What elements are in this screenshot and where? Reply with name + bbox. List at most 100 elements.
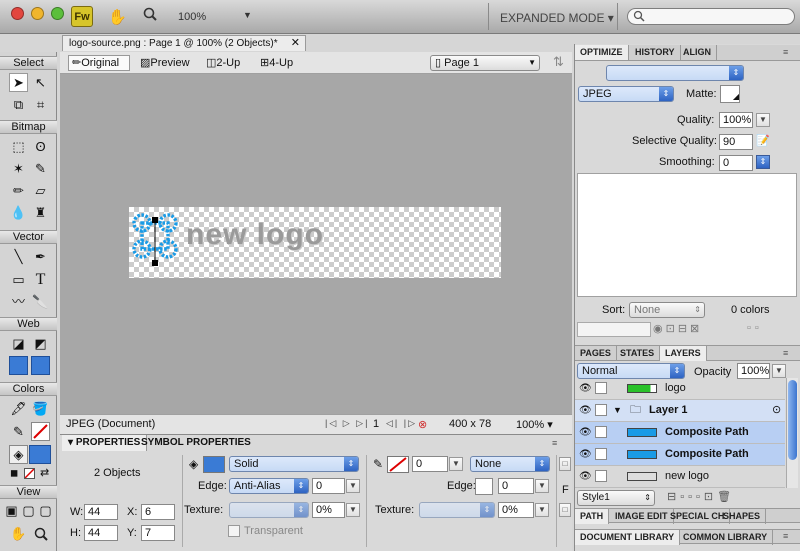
tab-align[interactable]: ALIGN [678,45,717,60]
stroke-size-stepper[interactable]: ▼ [449,457,463,471]
quality-stepper[interactable]: ▼ [756,113,770,127]
texture-dropdown[interactable]: ⇕ [229,502,309,518]
standard-screen-icon[interactable]: ▣ [4,501,19,520]
eye-icon[interactable]: 👁 [579,383,592,395]
eye-icon[interactable]: 👁 [579,471,592,483]
expand-triangle-icon[interactable]: ▼ [613,400,622,421]
layer-row-composite-path-1[interactable]: 👁 Composite Path [575,422,785,444]
default-colors-icon[interactable]: ◼ [10,468,18,479]
swap-colors-icon[interactable]: ⇄ [40,466,49,479]
tab-image-edit[interactable]: IMAGE EDIT [610,509,674,524]
tab-document-library[interactable]: DOCUMENT LIBRARY [575,530,681,545]
stroke-texture-dropdown[interactable]: ⇕ [419,502,495,518]
fill-color-swatch[interactable] [29,445,51,464]
slice-tool-icon[interactable]: ◩ [31,334,50,353]
style-dropdown[interactable]: Style1 ⇕ [577,490,655,506]
tab-states[interactable]: STATES [615,346,661,361]
lock-toggle[interactable] [595,382,607,394]
lock-toggle[interactable] [595,470,607,482]
pen-tool-icon[interactable]: ✒ [31,247,50,266]
hide-slices-icon[interactable] [9,356,28,375]
tab-shapes[interactable]: SHAPES [718,509,767,524]
playback-controls[interactable]: |◁ ▷ ▷| [325,418,369,429]
show-slices-icon[interactable] [31,356,50,375]
layer-actions[interactable]: ⊟▫▫▫⊡🗑 [667,490,735,503]
stop-icon[interactable]: ⊗ [418,418,427,431]
zoom-icon[interactable] [143,7,157,21]
full-screen-menu-icon[interactable]: ▢ [21,501,36,520]
panel-menu-icon[interactable]: ≡ [783,348,788,358]
document-size[interactable]: 400 x 78 [449,418,491,430]
export-format-label[interactable]: JPEG (Document) [66,418,155,430]
eye-icon[interactable]: 👁 [579,427,592,439]
layers-scrollbar[interactable] [786,378,798,488]
sort-dropdown[interactable]: None ⇕ [629,302,705,318]
two-up-view-button[interactable]: ◫2-Up [206,55,240,71]
lock-toggle[interactable] [595,448,607,460]
tab-pages[interactable]: PAGES [575,346,617,361]
tab-layers[interactable]: LAYERS [660,346,707,361]
line-tool-icon[interactable]: ╲ [9,247,28,266]
opacity-stepper[interactable]: ▼ [772,364,786,378]
stroke-texture-percent[interactable]: 0% [498,502,534,518]
stroke-texture-stepper[interactable]: ▼ [535,503,549,517]
texture-percent-input[interactable]: 0% [312,502,345,518]
edit-selective-icon[interactable]: 📝 [756,134,771,149]
matte-color-box[interactable]: ◢ [720,85,740,103]
frame-step-controls[interactable]: ◁| |▷ [386,418,417,429]
original-view-button[interactable]: ✏Original [68,55,130,71]
blend-mode-dropdown[interactable]: Normal ⇕ [577,363,685,379]
hand-tool-icon[interactable]: ✋ [9,524,28,543]
eye-icon[interactable]: 👁 [579,405,592,417]
page-dropdown[interactable]: ▯ Page 1 ▼ [430,55,540,71]
stroke-edge-input[interactable]: 0 [498,478,534,494]
zoom-level[interactable]: 100% [178,11,206,23]
panel-menu-icon[interactable]: ≡ [783,531,788,541]
fill-type-dropdown[interactable]: Solid ⇕ [229,456,359,472]
color-table-actions[interactable]: ▫▫ [747,322,763,334]
four-up-view-button[interactable]: ⊞4-Up [260,55,293,71]
scale-tool-icon[interactable]: ⧉ [9,95,28,114]
paint-bucket-icon[interactable]: 🪣 [31,399,50,418]
tab-common-library[interactable]: COMMON LIBRARY [678,530,774,545]
zoom-tool-icon[interactable] [31,524,50,543]
selective-quality-input[interactable]: 90 [719,134,753,150]
rectangle-tool-icon[interactable]: ▭ [9,270,28,289]
full-screen-icon[interactable]: ▢ [38,501,53,520]
edge-dropdown[interactable]: Anti-Alias ⇕ [229,478,309,494]
zoom-window-button[interactable] [51,7,64,20]
logo-symbol[interactable] [130,207,190,271]
height-input[interactable]: 44 [84,525,118,541]
stroke-size-input[interactable]: 0 [412,456,448,472]
fill-color-icon[interactable]: ◈ [9,445,28,464]
x-input[interactable]: 6 [141,504,175,520]
layer-row-new-logo[interactable]: 👁 new logo [575,466,785,488]
subselect-tool-icon[interactable]: ↖ [31,73,50,92]
preview-view-button[interactable]: ▨Preview [140,55,190,71]
panel-menu-icon[interactable]: ≡ [552,438,557,448]
panel-menu-icon[interactable]: ≡ [783,47,788,57]
search-input[interactable] [627,8,795,25]
knife-tool-icon[interactable]: 🔪 [31,292,50,311]
layer-row-layer-1[interactable]: 👁 ▼ 🗀 Layer 1 ⊙ [575,400,785,422]
layer-row-composite-path-2[interactable]: 👁 Composite Path [575,444,785,466]
eye-icon[interactable]: 👁 [579,449,592,461]
hand-icon[interactable]: ✋ [108,8,127,26]
eraser-tool-icon[interactable]: ▱ [31,181,50,200]
tab-history[interactable]: HISTORY [630,45,681,60]
tab-symbol-properties[interactable]: SYMBOL PROPERTIES [135,435,257,451]
smoothing-input[interactable]: 0 [719,155,753,171]
rubber-stamp-icon[interactable]: ♜ [31,203,50,222]
format-dropdown[interactable]: JPEG ⇕ [578,86,674,102]
stroke-edge-swatch[interactable] [475,478,493,495]
blur-tool-icon[interactable]: 💧 [9,203,28,222]
optimize-preset-dropdown[interactable]: ⇕ [606,65,744,81]
edge-amount-input[interactable]: 0 [312,478,345,494]
lock-toggle[interactable] [595,404,607,416]
close-document-icon[interactable]: ✕ [291,36,300,51]
text-tool-icon[interactable]: T [31,270,50,289]
layer-target-icon[interactable]: ⊙ [772,400,781,421]
stroke-color-box[interactable] [387,456,409,473]
brush-tool-icon[interactable]: ✎ [31,159,50,178]
marquee-tool-icon[interactable]: ⬚ [9,137,28,156]
